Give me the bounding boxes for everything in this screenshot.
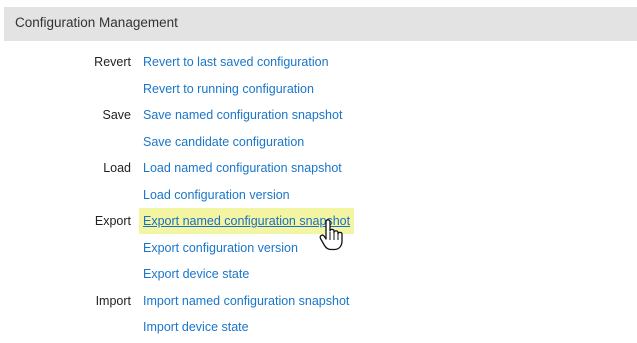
section-label-load: Load <box>103 161 131 175</box>
save-named-snapshot-link[interactable]: Save named configuration snapshot <box>143 102 342 128</box>
configuration-management-panel: Configuration Management Revert Revert t… <box>0 0 637 343</box>
row-load-named-snapshot: Load Load named configuration snapshot <box>0 155 637 182</box>
import-device-state-link[interactable]: Import device state <box>143 314 249 340</box>
hand-pointer-icon <box>319 219 343 251</box>
section-label-save: Save <box>102 108 132 122</box>
row-import-named-snapshot: Import Import named configuration snapsh… <box>0 288 637 315</box>
config-actions-list: Revert Revert to last saved configuratio… <box>0 49 637 341</box>
row-import-device-state: Import device state <box>0 314 637 341</box>
panel-title: Configuration Management <box>15 15 178 30</box>
section-label-revert: Revert <box>94 55 131 69</box>
row-export-device-state: Export device state <box>0 261 637 288</box>
export-device-state-link[interactable]: Export device state <box>143 261 249 287</box>
row-revert-last-saved: Revert Revert to last saved configuratio… <box>0 49 637 76</box>
revert-to-last-saved-link[interactable]: Revert to last saved configuration <box>143 49 329 75</box>
import-named-snapshot-link[interactable]: Import named configuration snapshot <box>143 288 349 314</box>
revert-to-running-link[interactable]: Revert to running configuration <box>143 76 314 102</box>
panel-header: Configuration Management <box>4 7 637 41</box>
load-configuration-version-link[interactable]: Load configuration version <box>143 182 290 208</box>
export-configuration-version-link[interactable]: Export configuration version <box>143 235 298 261</box>
section-label-export: Export <box>94 214 131 228</box>
load-named-snapshot-link[interactable]: Load named configuration snapshot <box>143 155 342 181</box>
row-load-version: Load configuration version <box>0 182 637 209</box>
row-save-candidate: Save candidate configuration <box>0 129 637 156</box>
row-revert-running: Revert to running configuration <box>0 76 637 103</box>
section-label-import: Import <box>95 293 131 308</box>
row-save-named-snapshot: Save Save named configuration snapshot <box>0 102 637 129</box>
save-candidate-link[interactable]: Save candidate configuration <box>143 129 304 155</box>
